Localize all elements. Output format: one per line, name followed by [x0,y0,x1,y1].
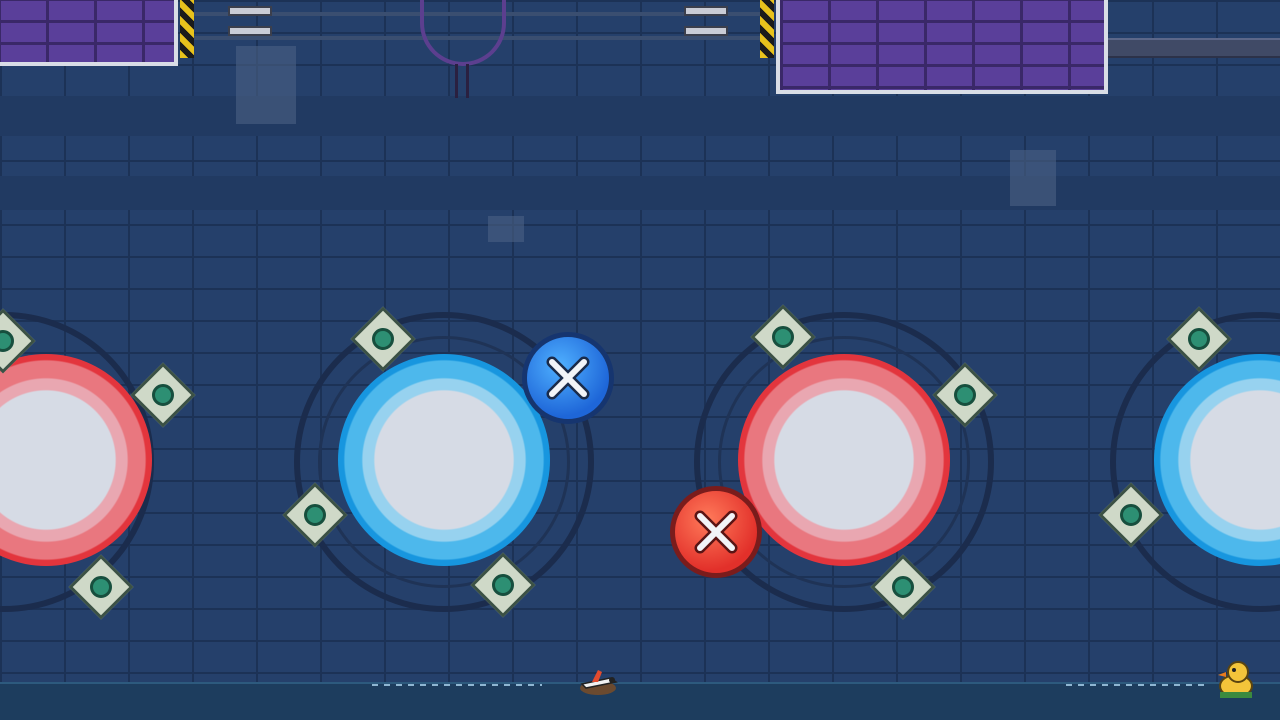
water-floor [0,682,1280,720]
faded-sign [488,216,524,242]
purple-brick-wall-right [776,0,1108,94]
blue-cross-button[interactable] [522,332,614,424]
spring-left-2 [228,26,272,36]
faded-poster [236,46,296,124]
wall-band-mid [0,176,1280,210]
cross-icon [694,510,738,554]
red-cross-button[interactable] [670,486,762,578]
spring-left-1 [228,6,272,16]
player-character[interactable] [576,666,620,700]
spring-right-2 [684,26,728,36]
purple-brick-wall-left [0,0,178,66]
spring-right-1 [684,6,728,16]
cross-icon [546,356,590,400]
water-ripple [372,684,542,686]
portal-red-2 [738,354,950,566]
hanging-hoop [420,0,506,66]
wall-band-top [0,96,1280,136]
faded-diamond-sign [1010,150,1056,206]
portal-blue-1 [338,354,550,566]
water-ripple [1066,684,1206,686]
hazard-stripe-left [180,0,194,58]
hoop-hook [455,64,469,98]
duck-character[interactable] [1212,656,1258,702]
game-scene [0,0,1280,720]
pipe [1108,38,1280,58]
hazard-stripe-right [760,0,774,58]
